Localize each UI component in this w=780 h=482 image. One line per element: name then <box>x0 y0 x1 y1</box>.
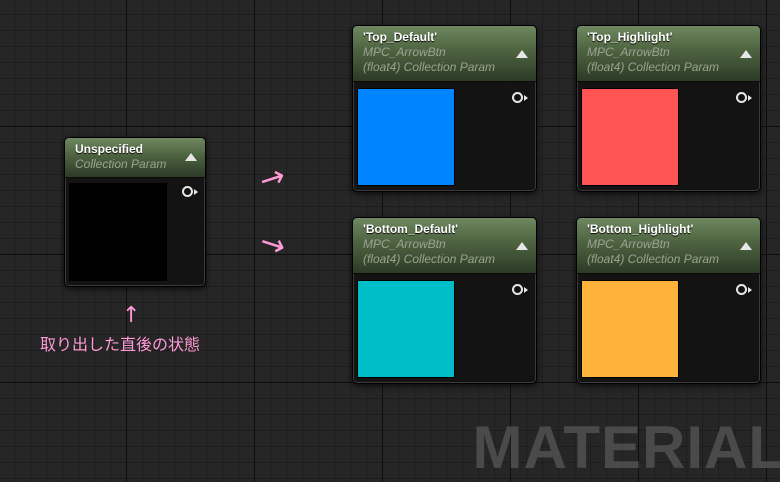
collapse-arrow-icon[interactable] <box>516 242 528 250</box>
node-header[interactable]: 'Bottom_Default' MPC_ArrowBtn (float4) C… <box>353 218 536 274</box>
output-pin-arrow-icon <box>524 287 528 293</box>
color-preview-swatch <box>69 183 167 281</box>
collapse-arrow-icon[interactable] <box>740 242 752 250</box>
output-pin-arrow-icon <box>194 189 198 195</box>
output-pin-icon[interactable] <box>736 284 747 295</box>
output-pin-arrow-icon <box>524 95 528 101</box>
node-subtitle: Collection Param <box>75 157 167 171</box>
node-bottom-highlight[interactable]: 'Bottom_Highlight' MPC_ArrowBtn (float4)… <box>576 217 761 384</box>
node-subtitle: (float4) Collection Param <box>363 60 496 74</box>
node-subtitle: (float4) Collection Param <box>363 252 496 266</box>
node-top-highlight[interactable]: 'Top_Highlight' MPC_ArrowBtn (float4) Co… <box>576 25 761 192</box>
color-preview-swatch <box>357 280 455 378</box>
node-header[interactable]: 'Bottom_Highlight' MPC_ArrowBtn (float4)… <box>577 218 760 274</box>
color-preview-swatch <box>581 280 679 378</box>
output-pin-icon[interactable] <box>736 92 747 103</box>
output-pin-icon[interactable] <box>512 284 523 295</box>
node-subtitle: (float4) Collection Param <box>587 60 720 74</box>
node-unspecified[interactable]: Unspecified Collection Param <box>64 137 206 287</box>
output-pin-icon[interactable] <box>512 92 523 103</box>
color-preview-swatch <box>357 88 455 186</box>
node-title: 'Top_Highlight' <box>587 30 673 44</box>
node-subtitle: MPC_ArrowBtn <box>363 45 446 59</box>
output-pin-arrow-icon <box>748 287 752 293</box>
annotation-up-arrow-icon: ↑ <box>122 303 141 328</box>
node-subtitle: MPC_ArrowBtn <box>363 237 446 251</box>
node-bottom-default[interactable]: 'Bottom_Default' MPC_ArrowBtn (float4) C… <box>352 217 537 384</box>
node-title: 'Bottom_Highlight' <box>587 222 694 236</box>
annotation-arrow-icon: → <box>255 223 291 266</box>
output-pin-arrow-icon <box>748 95 752 101</box>
node-title: 'Bottom_Default' <box>363 222 459 236</box>
output-pin-icon[interactable] <box>182 186 193 197</box>
collapse-arrow-icon[interactable] <box>516 50 528 58</box>
node-header[interactable]: 'Top_Highlight' MPC_ArrowBtn (float4) Co… <box>577 26 760 82</box>
node-subtitle: MPC_ArrowBtn <box>587 45 670 59</box>
color-preview-swatch <box>581 88 679 186</box>
node-top-default[interactable]: 'Top_Default' MPC_ArrowBtn (float4) Coll… <box>352 25 537 192</box>
material-watermark: MATERIAL <box>472 414 780 481</box>
node-header[interactable]: Unspecified Collection Param <box>65 138 205 178</box>
annotation-arrow-icon: → <box>255 157 290 200</box>
node-subtitle: (float4) Collection Param <box>587 252 720 266</box>
annotation-text: 取り出した直後の状態 <box>40 335 201 354</box>
collapse-arrow-icon[interactable] <box>185 153 197 161</box>
node-title: 'Top_Default' <box>363 30 438 44</box>
node-title: Unspecified <box>75 142 144 156</box>
node-subtitle: MPC_ArrowBtn <box>587 237 670 251</box>
node-header[interactable]: 'Top_Default' MPC_ArrowBtn (float4) Coll… <box>353 26 536 82</box>
collapse-arrow-icon[interactable] <box>740 50 752 58</box>
